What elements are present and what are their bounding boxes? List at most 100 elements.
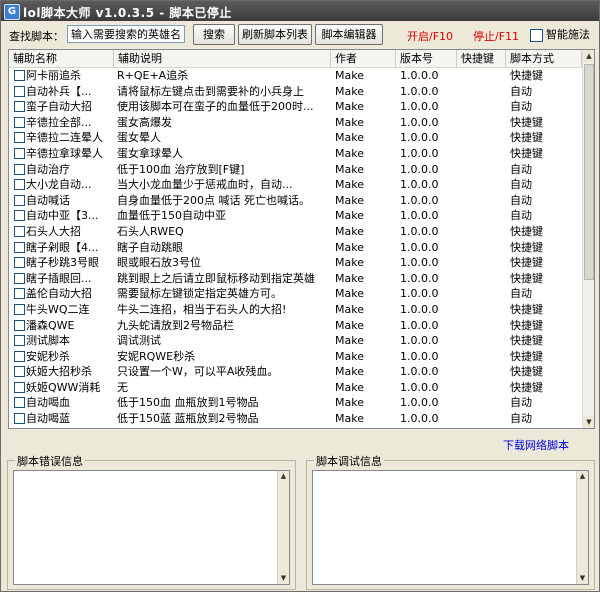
cell-description: 蛋女拿球晕人 (117, 146, 183, 160)
cell-version: 1.0.0.0 (400, 84, 439, 98)
refresh-list-button[interactable]: 刷新脚本列表 (238, 24, 312, 45)
main-window: G lol脚本大师 v1.0.3.5 - 脚本已停止 查找脚本： 搜索 刷新脚本… (0, 0, 600, 592)
column-header-mode[interactable]: 脚本方式 (506, 50, 582, 67)
title-bar[interactable]: G lol脚本大师 v1.0.3.5 - 脚本已停止 (1, 1, 599, 21)
table-row[interactable]: 瞎子秒跳3号眼 眼或眼石放3号位 Make 1.0.0.0 快捷键 (9, 255, 582, 271)
cell-name: 自动喊话 (26, 193, 70, 207)
table-row[interactable]: 安妮秒杀 安妮RQWE秒杀 Make 1.0.0.0 快捷键 (9, 349, 582, 365)
debug-info-scrollbar[interactable]: ▲ ▼ (576, 471, 588, 584)
table-row[interactable]: 牛头WQ二连 牛头二连招，相当于石头人的大招! Make 1.0.0.0 快捷键 (9, 302, 582, 318)
scrollbar-thumb[interactable] (584, 64, 594, 280)
cell-hotkey (461, 380, 505, 396)
script-list[interactable]: 辅助名称 辅助说明 作者 版本号 快捷键 脚本方式 阿卡丽追杀 R+QE+A追杀 M… (8, 49, 595, 429)
row-checkbox[interactable] (14, 257, 25, 269)
row-checkbox[interactable] (14, 70, 25, 81)
scroll-up-arrow-icon[interactable]: ▲ (583, 50, 594, 62)
table-row[interactable]: 妖姬大招秒杀 只设置一个W，可以平A收残血。 Make 1.0.0.0 快捷键 (9, 364, 582, 380)
row-checkbox[interactable] (14, 101, 25, 113)
cell-version: 1.0.0.0 (400, 131, 439, 145)
table-row[interactable]: 自动喝血 低于150血 血瓶放到1号物品 Make 1.0.0.0 自动 (9, 395, 582, 411)
cell-name: 辛德拉拿球晕人 (26, 146, 103, 160)
cell-version: 1.0.0.0 (400, 334, 439, 348)
row-checkbox[interactable] (14, 413, 25, 425)
cell-hotkey (461, 146, 505, 162)
row-checkbox[interactable] (14, 85, 25, 97)
row-checkbox[interactable] (14, 225, 25, 237)
column-header-author[interactable]: 作者 (331, 50, 396, 67)
cell-description: 眼或眼石放3号位 (117, 256, 201, 270)
search-label: 查找脚本： (9, 30, 64, 43)
row-checkbox[interactable] (14, 210, 25, 222)
column-header-description[interactable]: 辅助说明 (114, 50, 331, 67)
cell-name: 测试脚本 (26, 334, 70, 348)
row-checkbox[interactable] (14, 397, 25, 409)
cell-version: 1.0.0.0 (400, 240, 439, 254)
table-row[interactable]: 蛮子自动大招 使用该脚本可在蛮子的血量低于200时... Make 1.0.0.0 自动 (9, 99, 582, 115)
row-checkbox[interactable] (14, 194, 25, 206)
scroll-up-arrow-icon[interactable]: ▲ (278, 471, 289, 482)
list-header: 辅助名称 辅助说明 作者 版本号 快捷键 脚本方式 (9, 50, 582, 68)
table-row[interactable]: 辛德拉拿球晕人 蛋女拿球晕人 Make 1.0.0.0 快捷键 (9, 146, 582, 162)
cell-mode: 快捷键 (510, 318, 543, 332)
table-row[interactable]: 阿卡丽追杀 R+QE+A追杀 Make 1.0.0.0 快捷键 (9, 68, 582, 84)
scroll-down-arrow-icon[interactable]: ▼ (583, 416, 594, 428)
search-input[interactable] (67, 25, 185, 43)
cell-description: 低于100血 治疗放到[F键] (117, 162, 245, 176)
error-info-panel: 脚本错误信息 ▲ ▼ (7, 453, 296, 590)
cell-author: Make (335, 162, 364, 176)
row-checkbox[interactable] (14, 335, 25, 347)
smart-cast-option[interactable]: 智能施法 (530, 26, 590, 42)
table-row[interactable]: 潘森QWE 九头蛇请放到2号物品栏 Make 1.0.0.0 快捷键 (9, 318, 582, 334)
cell-description: 跳到眼上之后请立即鼠标移动到指定英雄 (117, 271, 315, 285)
row-checkbox[interactable] (14, 116, 25, 128)
cell-mode: 自动 (510, 412, 532, 426)
table-row[interactable]: 妖姬QWW消耗 无 Make 1.0.0.0 快捷键 (9, 380, 582, 396)
table-row[interactable]: 大小龙自动... 当大小龙血量少于惩戒血时，自动... Make 1.0.0.0 自动 (9, 177, 582, 193)
table-row[interactable]: 石头人大招 石头人RWEQ Make 1.0.0.0 快捷键 (9, 224, 582, 240)
row-checkbox[interactable] (14, 179, 25, 191)
cell-mode: 快捷键 (510, 131, 543, 145)
table-row[interactable]: 自动补兵【... 请将鼠标左键点击到需要补的小兵身上 Make 1.0.0.0 自动 (9, 84, 582, 100)
column-header-hotkey[interactable]: 快捷键 (457, 50, 506, 67)
cell-mode: 快捷键 (510, 334, 543, 348)
download-online-scripts-link[interactable]: 下载网络脚本 (503, 437, 569, 453)
cell-version: 1.0.0.0 (400, 100, 439, 114)
table-row[interactable]: 盖伦自动大招 需要鼠标左键锁定指定英雄方可。 Make 1.0.0.0 自动 (9, 286, 582, 302)
smart-cast-checkbox[interactable] (530, 28, 543, 42)
table-row[interactable]: 辛德拉全部... 蛋女高爆发 Make 1.0.0.0 快捷键 (9, 115, 582, 131)
row-checkbox[interactable] (14, 350, 25, 362)
row-checkbox[interactable] (14, 272, 25, 284)
cell-hotkey (461, 193, 505, 209)
scroll-down-arrow-icon[interactable]: ▼ (577, 573, 588, 584)
table-row[interactable]: 测试脚本 调试测试 Make 1.0.0.0 快捷键 (9, 333, 582, 349)
cell-name: 阿卡丽追杀 (26, 69, 81, 82)
table-row[interactable]: 自动喊话 自身血量低于200点 喊话 死亡也喊话。 Make 1.0.0.0 自动 (9, 193, 582, 209)
table-row[interactable]: 自动喝蓝 低于150蓝 蓝瓶放到2号物品 Make 1.0.0.0 自动 (9, 411, 582, 427)
column-header-version[interactable]: 版本号 (396, 50, 457, 67)
cell-author: Make (335, 380, 364, 394)
list-scrollbar[interactable]: ▲ ▼ (582, 50, 594, 428)
row-checkbox[interactable] (14, 241, 25, 253)
row-checkbox[interactable] (14, 163, 25, 175)
search-button[interactable]: 搜索 (193, 24, 235, 45)
table-row[interactable]: 瞎子剁眼【4... 瞎子自动跳眼 Make 1.0.0.0 快捷键 (9, 240, 582, 256)
row-checkbox[interactable] (14, 381, 25, 393)
row-checkbox[interactable] (14, 147, 25, 159)
scroll-up-arrow-icon[interactable]: ▲ (577, 471, 588, 482)
scroll-down-arrow-icon[interactable]: ▼ (278, 573, 289, 584)
script-editor-button[interactable]: 脚本编辑器 (315, 24, 383, 45)
row-checkbox[interactable] (14, 288, 25, 300)
cell-author: Make (335, 412, 364, 426)
row-checkbox[interactable] (14, 366, 25, 378)
table-row[interactable]: 自动治疗 低于100血 治疗放到[F键] Make 1.0.0.0 自动 (9, 162, 582, 178)
table-row[interactable]: 辛德拉二连晕人 蛋女晕人 Make 1.0.0.0 快捷键 (9, 130, 582, 146)
table-row[interactable]: 瞎子插眼回... 跳到眼上之后请立即鼠标移动到指定英雄 Make 1.0.0.0 快捷键 (9, 271, 582, 287)
table-row[interactable]: 自动中亚【3... 血量低于150自动中亚 Make 1.0.0.0 自动 (9, 208, 582, 224)
row-checkbox[interactable] (14, 303, 25, 315)
error-info-scrollbar[interactable]: ▲ ▼ (277, 471, 289, 584)
debug-info-textarea[interactable]: ▲ ▼ (312, 470, 589, 585)
row-checkbox[interactable] (14, 132, 25, 144)
error-info-textarea[interactable]: ▲ ▼ (13, 470, 290, 585)
row-checkbox[interactable] (14, 319, 25, 331)
column-header-name[interactable]: 辅助名称 (9, 50, 114, 67)
